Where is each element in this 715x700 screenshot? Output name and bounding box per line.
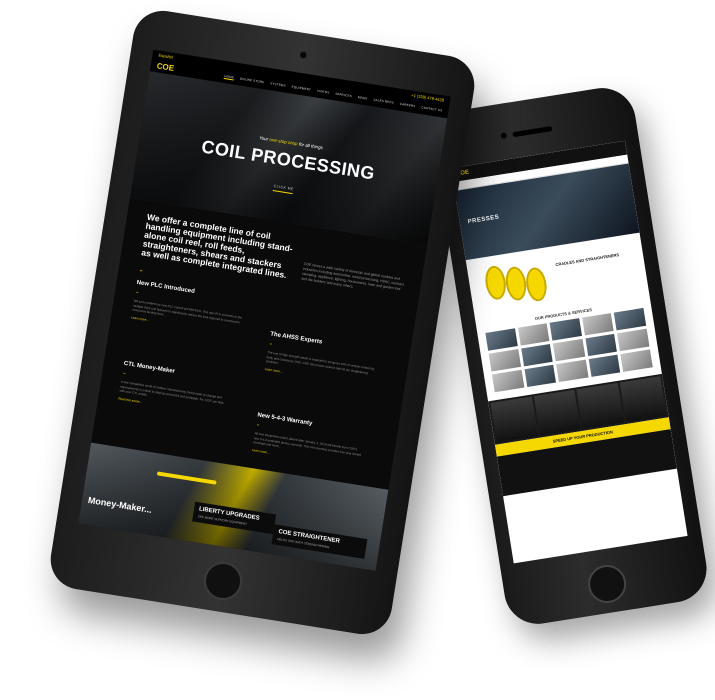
hero-tag-prefix: Your [258,135,269,142]
intro-headline: We offer a complete line of coil handlin… [140,211,294,281]
news-item: CTL Money-Maker ⌄ In the competitive wor… [118,361,233,417]
coil-image [523,266,549,303]
nav-item-equipment[interactable]: EQUIPMENT [291,85,311,92]
product-thumbnail[interactable] [620,349,653,372]
product-thumbnail[interactable] [517,323,550,346]
product-thumbnail[interactable] [556,359,589,383]
feature-card-liberty[interactable]: LIBERTY UPGRADES SEE MORE SUPPORT EQUIPM… [192,501,277,535]
product-thumbnail[interactable] [524,364,557,388]
nav-item-sales-reps[interactable]: SALES REPS [373,98,394,105]
hero-tag-suffix: for all things [298,141,324,151]
hero-tag-highlight: one-stop shop [269,136,299,147]
product-thumbnail[interactable] [491,369,524,393]
smartphone-device: COE PRESSES CRADLES AND STRAIGHTENERS OU… [428,83,712,629]
product-thumbnail[interactable] [617,328,650,352]
chevron-down-icon: ⌄ [138,267,145,274]
feature-tile[interactable] [533,389,581,436]
phone-product-title: CRADLES AND STRAIGHTENERS [555,252,620,268]
nav-item-services[interactable]: SERVICES [335,92,352,99]
machine-arm-image [156,471,217,485]
product-thumbnail[interactable] [585,333,618,357]
intro-paragraph: COE serves a wide variety of domestic an… [301,261,405,292]
coil-image [503,265,529,302]
news-item: The AHSS Experts ⌄ The use of high stren… [265,331,380,387]
phone-screen: COE PRESSES CRADLES AND STRAIGHTENERS OU… [451,140,688,564]
bottom-feature-text: Money-Maker... [87,494,153,515]
tablet-device: Español +1 (330) 479-4428 COE HOME ONLIN… [46,6,479,639]
tablet-home-button[interactable] [201,559,245,603]
phone-hero-label: PRESSES [467,214,500,226]
product-thumbnail[interactable] [549,318,582,341]
coil-image [483,264,509,302]
nav-item-careers[interactable]: CAREERS [399,102,415,108]
site-logo[interactable]: COE [156,61,175,73]
product-thumbnail[interactable] [485,328,518,351]
nav-item-online-store[interactable]: ONLINE STORE [240,76,265,84]
nav-item-videos[interactable]: VIDEOS [317,89,330,95]
feature-tile[interactable] [490,396,538,443]
nav-item-systems[interactable]: SYSTEMS [270,81,286,87]
feature-card-straightener[interactable]: COE STRAIGHTENER HELPS SITE WITH STRENGT… [271,524,368,559]
phone-camera-icon [500,132,508,140]
phone-home-button[interactable] [585,562,629,606]
product-thumbnail[interactable] [520,343,553,367]
phone-speaker [512,126,553,138]
product-thumbnail[interactable] [581,313,614,336]
nav-item-home[interactable]: HOME [223,73,235,80]
nav-item-news[interactable]: NEWS [357,95,367,100]
news-item: New 5-4-3 Warranty ⌄ All new equipment o… [252,412,367,468]
tablet-screen: Español +1 (330) 479-4428 COE HOME ONLIN… [78,49,451,571]
nav-item-contact-us[interactable]: CONTACT US [421,105,443,112]
product-thumbnail[interactable] [614,307,647,331]
product-thumbnail[interactable] [488,349,521,372]
feature-tile[interactable] [576,382,624,429]
product-thumbnail[interactable] [553,338,586,362]
tablet-camera-icon [298,50,308,60]
product-thumbnail[interactable] [588,354,621,377]
feature-tile[interactable] [619,376,667,423]
